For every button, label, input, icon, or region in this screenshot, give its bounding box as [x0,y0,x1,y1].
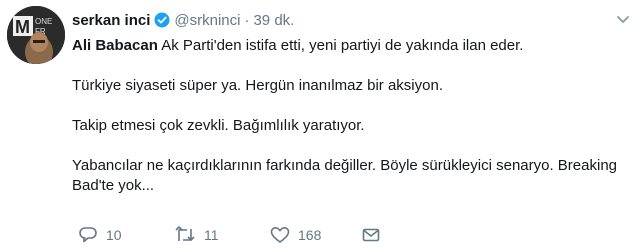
like-button[interactable]: 168 [270,226,362,244]
paragraph-text: Ak Parti'den istifa etti, yeni partiyi d… [157,37,524,54]
paragraph-text: Takip etmesi çok zevkli. Bağımlılık yara… [72,117,365,134]
tweet: M ONE FR serkan inci @srkninci · 39 dk. … [0,0,640,252]
tweet-paragraph: Ali Babacan Ak Parti'den istifa etti, ye… [72,36,632,56]
direct-message-button[interactable] [362,227,380,243]
header-separator: · [244,11,250,29]
mention-link[interactable]: Ali Babacan [72,37,158,54]
paragraph-text: Yabancılar ne kaçırdıklarının farkında d… [72,157,618,194]
tweet-header: serkan inci @srkninci · 39 dk. [72,9,294,31]
reply-count: 10 [106,227,122,243]
tweet-paragraph: Yabancılar ne kaçırdıklarının farkında d… [72,156,632,196]
avatar-image: M ONE FR [7,6,65,64]
author-name[interactable]: serkan inci [72,12,150,29]
tweet-text: Ali Babacan Ak Parti'den istifa etti, ye… [72,36,632,216]
avatar[interactable]: M ONE FR [7,6,65,64]
like-count: 168 [298,227,322,243]
heart-icon [270,227,290,243]
retweet-button[interactable]: 11 [174,226,270,244]
tweet-timestamp[interactable]: 39 dk. [253,12,294,29]
reply-button[interactable]: 10 [78,226,174,244]
tweet-paragraph: Türkiye siyaseti süper ya. Hergün inanıl… [72,76,632,96]
reply-icon [79,227,97,243]
action-bar: 10 11 168 [78,220,380,250]
retweet-count: 11 [204,227,219,243]
verified-badge-icon [154,12,170,28]
svg-text:ONE: ONE [35,17,52,26]
retweet-icon [175,226,195,241]
chevron-down-icon[interactable] [616,12,630,23]
paragraph-text: Türkiye siyaseti süper ya. Hergün inanıl… [72,77,443,94]
svg-text:M: M [15,17,30,37]
tweet-paragraph: Takip etmesi çok zevkli. Bağımlılık yara… [72,116,632,136]
author-handle[interactable]: @srkninci [174,12,240,29]
direct-message-icon [362,228,380,242]
